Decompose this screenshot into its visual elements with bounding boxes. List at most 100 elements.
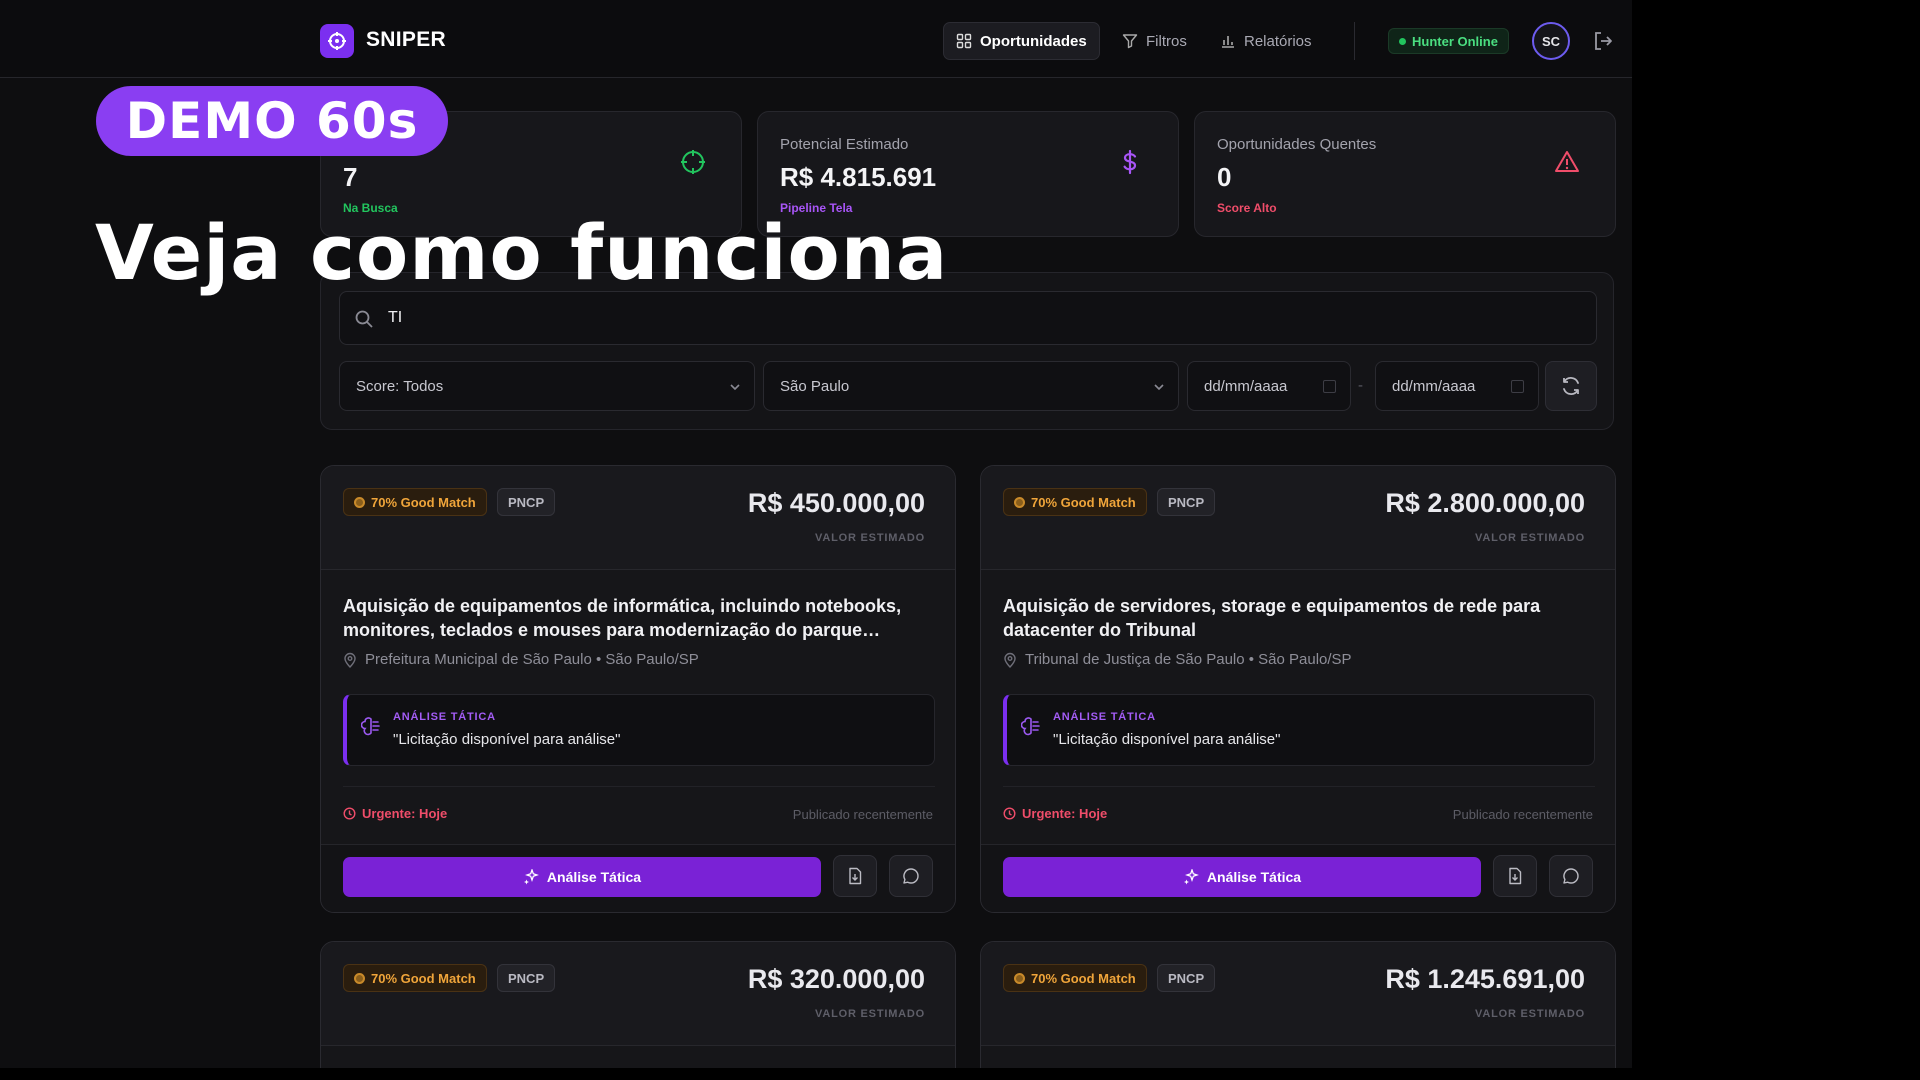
location-text: Tribunal de Justiça de São Paulo • São P… [1025,651,1352,668]
estimated-value-label: VALOR ESTIMADO [1475,532,1585,544]
match-dot-icon [1014,496,1025,508]
file-download-icon [849,867,862,885]
comment-button[interactable] [1549,855,1593,897]
dollar-icon [1123,149,1137,175]
stat-sub: Score Alto [1217,201,1277,215]
estimated-value: R$ 1.245.691,00 [1385,964,1585,994]
top-navbar: SNIPER Oportunidades Filtros Relatórios … [0,0,1632,78]
opportunity-card[interactable]: 70% Good Match PNCP R$ 1.245.691,00 VALO… [980,941,1616,1068]
estimated-value-label: VALOR ESTIMADO [815,1008,925,1020]
divider [1354,22,1355,60]
source-badge: PNCP [1157,964,1216,992]
file-download-icon [1509,867,1522,885]
grid-icon [956,33,972,49]
stat-card-quentes: Oportunidades Quentes 0 Score Alto [1194,111,1616,237]
sparkles-icon [1183,869,1199,885]
match-dot-icon [354,496,365,508]
tactical-analysis-button[interactable]: Análise Tática [1003,857,1481,897]
refresh-button[interactable] [1545,361,1597,411]
message-circle-icon [1563,868,1579,884]
card-location: Prefeitura Municipal de São Paulo • São … [343,651,699,668]
match-text: 70% Good Match [371,494,476,510]
match-dot-icon [354,972,365,984]
divider [1003,786,1595,787]
match-text: 70% Good Match [371,970,476,986]
card-header: 70% Good Match PNCP R$ 2.800.000,00 VALO… [981,466,1615,570]
opportunity-card[interactable]: 70% Good Match PNCP R$ 2.800.000,00 VALO… [980,465,1616,913]
stat-label: Oportunidades Quentes [1217,136,1377,153]
overlay-headline: Veja como funciona [95,208,949,297]
match-text: 70% Good Match [1031,970,1136,986]
bar-chart-icon [1222,36,1234,48]
published-label: Publicado recentemente [1452,807,1593,822]
match-badge: 70% Good Match [343,964,487,992]
button-label: Análise Tática [546,869,642,885]
match-badge: 70% Good Match [1003,964,1147,992]
comment-button[interactable] [889,855,933,897]
opportunity-card[interactable]: 70% Good Match PNCP R$ 450.000,00 VALOR … [320,465,956,913]
card-title[interactable]: Aquisição de servidores, storage e equip… [1003,594,1595,642]
nav-filtros[interactable]: Filtros [1110,22,1199,60]
date-from-placeholder: dd/mm/aaaa [1204,378,1288,395]
sparkles-icon [523,869,539,885]
chevron-down-icon [1154,384,1164,391]
logout-icon[interactable] [1592,30,1614,52]
clock-icon [343,807,356,820]
estimated-value-label: VALOR ESTIMADO [815,532,925,544]
nav-label: Relatórios [1244,32,1312,50]
opportunity-card[interactable]: 70% Good Match PNCP R$ 320.000,00 VALOR … [320,941,956,1068]
tactical-analysis-box: ANÁLISE TÁTICA "Licitação disponível par… [343,694,935,766]
location-text: Prefeitura Municipal de São Paulo • São … [365,651,699,668]
estimated-value-label: VALOR ESTIMADO [1475,1008,1585,1020]
urgency-text: Urgente: Hoje [362,806,448,821]
date-separator: - [1358,377,1363,394]
card-footer: Análise Tática [321,844,955,912]
logo-icon[interactable] [320,24,354,58]
card-title[interactable]: Aquisição de equipamentos de informática… [343,594,935,642]
nav-oportunidades[interactable]: Oportunidades [943,22,1100,60]
source-badge: PNCP [497,964,556,992]
published-label: Publicado recentemente [792,807,933,822]
estimated-value: R$ 320.000,00 [747,964,925,994]
download-document-button[interactable] [833,855,877,897]
estimated-value: R$ 450.000,00 [747,488,925,518]
nav-label: Filtros [1146,32,1187,50]
tactical-analysis-button[interactable]: Análise Tática [343,857,821,897]
date-from-input[interactable]: dd/mm/aaaa [1187,361,1351,411]
refresh-icon [1563,377,1579,395]
nav-label: Oportunidades [980,32,1087,50]
message-circle-icon [903,868,919,884]
score-select-value: Score: Todos [356,378,444,395]
analysis-text: "Licitação disponível para análise" [1053,731,1281,748]
download-document-button[interactable] [1493,855,1537,897]
stat-value: 7 [343,162,358,192]
date-to-input[interactable]: dd/mm/aaaa [1375,361,1539,411]
state-select[interactable]: São Paulo [763,361,1179,411]
brain-icon [1021,717,1040,736]
score-select[interactable]: Score: Todos [339,361,755,411]
calendar-icon [1511,380,1524,393]
clock-icon [1003,807,1016,820]
analysis-text: "Licitação disponível para análise" [393,731,621,748]
map-pin-icon [344,652,356,668]
analysis-header: ANÁLISE TÁTICA [393,711,496,723]
urgency-label: Urgente: Hoje [1003,806,1107,821]
online-dot-icon [1399,37,1406,45]
card-footer: Análise Tática [981,844,1615,912]
brand-name: SNIPER [366,28,446,51]
source-badge: PNCP [497,488,556,516]
search-value: TI [388,309,403,326]
nav-relatorios[interactable]: Relatórios [1208,22,1324,60]
brain-icon [361,717,380,736]
crosshair-icon [681,150,705,174]
match-dot-icon [1014,972,1025,984]
status-text: Hunter Online [1412,33,1498,49]
stat-value: 0 [1217,162,1232,192]
status-badge: Hunter Online [1388,28,1509,54]
search-input[interactable]: TI [339,291,1597,345]
app-window: SNIPER Oportunidades Filtros Relatórios … [0,0,1632,1068]
avatar[interactable]: SC [1532,22,1570,60]
stat-label: Potencial Estimado [780,136,909,153]
card-header: 70% Good Match PNCP R$ 450.000,00 VALOR … [321,466,955,570]
card-location: Tribunal de Justiça de São Paulo • São P… [1003,651,1352,668]
